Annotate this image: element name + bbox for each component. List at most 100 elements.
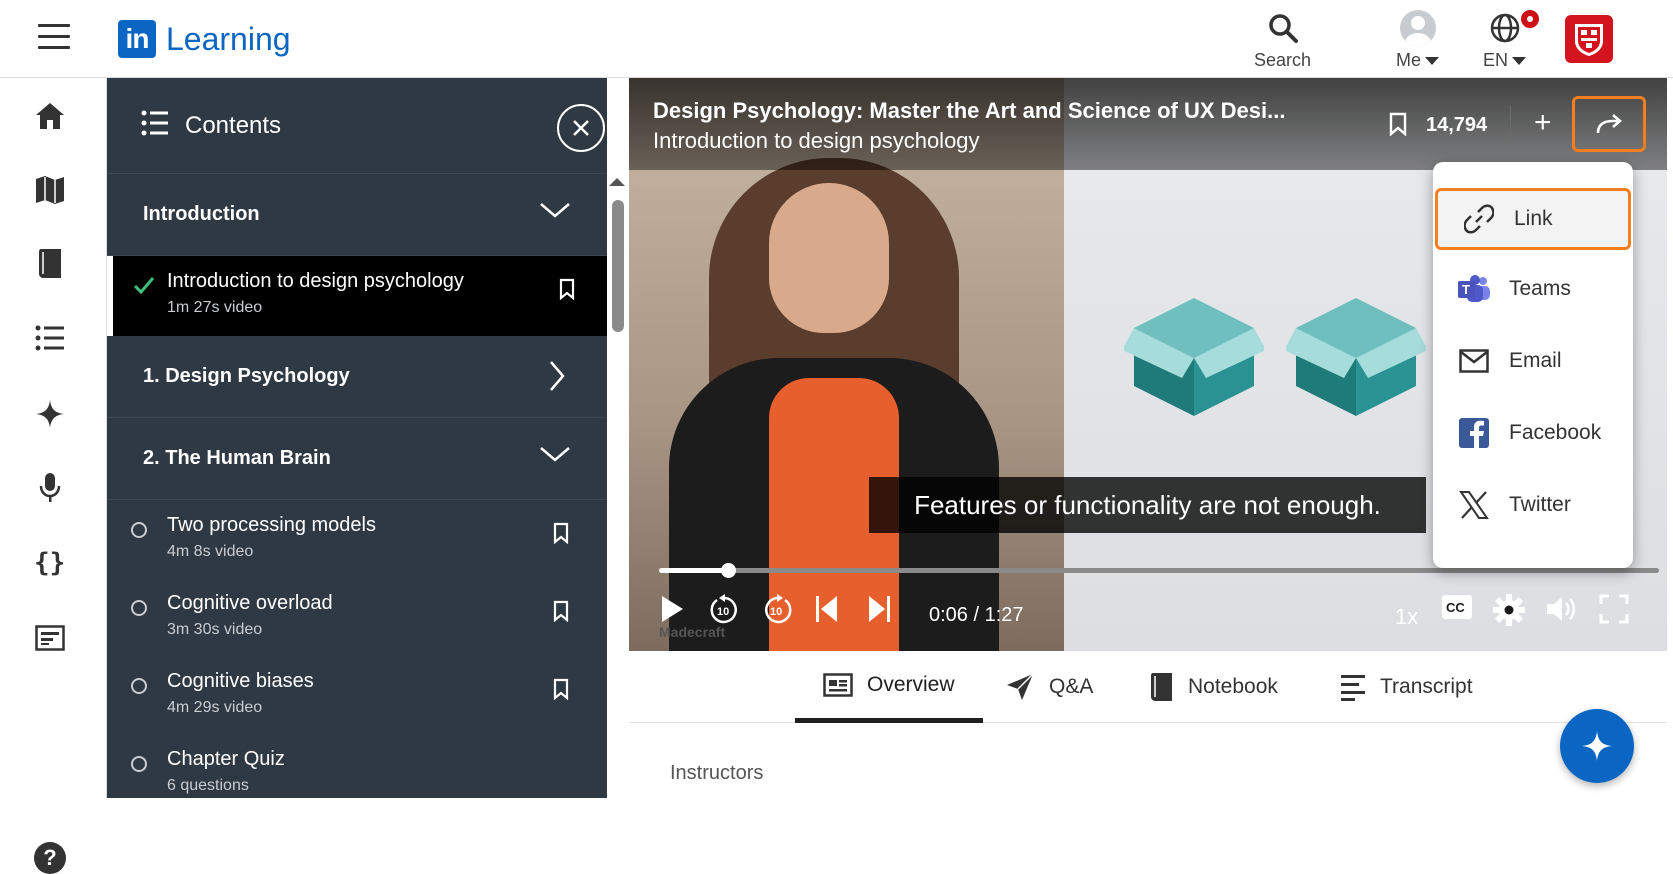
course-title: Design Psychology: Master the Art and Sc… — [653, 98, 1286, 123]
share-twitter-option[interactable]: Twitter — [1433, 474, 1633, 536]
bookmark-icon[interactable] — [559, 278, 575, 300]
book-icon[interactable] — [34, 248, 66, 280]
x-icon — [1457, 488, 1491, 522]
caret-down-icon — [1512, 57, 1527, 66]
lesson-meta: 4m 8s video — [167, 543, 254, 560]
box-graphic — [1124, 298, 1264, 416]
video-watermark: Madecraft — [659, 624, 726, 640]
share-link-option[interactable]: Link — [1435, 188, 1631, 250]
player-controls: 10 10 0:06 / 1:27 1x CC — [629, 586, 1667, 642]
lesson-item[interactable]: Cognitive biases 4m 29s video — [107, 656, 607, 734]
section-human-brain[interactable]: 2. The Human Brain — [107, 418, 607, 500]
progress-fill — [659, 568, 728, 573]
organization-logo[interactable] — [1565, 15, 1613, 63]
section-design-psychology[interactable]: 1. Design Psychology — [107, 336, 607, 418]
play-icon — [662, 596, 683, 622]
me-menu[interactable]: Me — [1396, 6, 1440, 71]
forward-10-icon: 10 — [765, 594, 792, 624]
lesson-status-icon — [131, 756, 147, 772]
skip-previous-icon — [816, 596, 837, 622]
lesson-item[interactable]: Two processing models 4m 8s video — [107, 500, 607, 578]
svg-text:{}: {} — [34, 548, 65, 577]
lesson-title: Cognitive overload — [167, 592, 333, 614]
tab-label: Notebook — [1188, 675, 1278, 698]
play-button[interactable] — [659, 594, 685, 624]
share-option-label: Twitter — [1509, 493, 1571, 516]
lesson-item[interactable]: Introduction to design psychology 1m 27s… — [107, 256, 607, 336]
share-option-label: Facebook — [1509, 421, 1602, 444]
language-label: EN — [1483, 50, 1509, 70]
bookmark-icon[interactable] — [553, 522, 569, 544]
progress-scrubber[interactable] — [721, 563, 736, 578]
search-button[interactable]: Search — [1254, 6, 1311, 71]
tab-notebook[interactable]: Notebook — [1150, 651, 1278, 723]
code-icon[interactable]: {} — [34, 546, 66, 578]
volume-button[interactable] — [1545, 594, 1577, 624]
overview-icon — [823, 672, 853, 697]
share-option-label: Email — [1509, 349, 1562, 372]
svg-text:10: 10 — [717, 606, 729, 618]
lesson-item[interactable]: Cognitive overload 3m 30s video — [107, 578, 607, 656]
linkedin-learning-logo[interactable]: in Learning — [118, 20, 291, 58]
globe-icon — [1489, 6, 1541, 50]
scroll-up-arrow-icon[interactable] — [609, 178, 625, 186]
hamburger-menu-icon[interactable] — [38, 24, 70, 52]
sparkle-icon[interactable] — [34, 398, 66, 430]
teams-icon: T — [1457, 272, 1491, 306]
fullscreen-button[interactable] — [1599, 594, 1629, 624]
lesson-meta: 1m 27s video — [167, 299, 263, 316]
help-icon[interactable]: ? — [34, 842, 66, 874]
share-teams-option[interactable]: T Teams — [1433, 258, 1633, 320]
bookmark-icon[interactable] — [553, 600, 569, 622]
forward-10-button[interactable]: 10 — [761, 594, 793, 626]
close-contents-button[interactable] — [557, 104, 605, 152]
tab-transcript[interactable]: Transcript — [1340, 651, 1473, 723]
tab-label: Overview — [867, 672, 955, 696]
search-label: Search — [1254, 50, 1312, 70]
video-progress-bar[interactable] — [659, 563, 1659, 578]
lesson-title: Introduction to design psychology — [167, 270, 464, 292]
home-icon[interactable] — [34, 100, 66, 132]
certificate-icon[interactable] — [34, 622, 66, 654]
language-menu[interactable]: EN — [1483, 6, 1541, 71]
lesson-status-icon — [131, 600, 147, 616]
lesson-meta: 4m 29s video — [167, 699, 263, 716]
saves-count: 14,794 — [1426, 114, 1488, 136]
tab-qa[interactable]: Q&A — [1005, 651, 1093, 723]
share-option-label: Link — [1514, 207, 1553, 230]
playback-speed-button[interactable]: 1x — [1395, 604, 1418, 630]
rewind-10-button[interactable]: 10 — [709, 594, 741, 626]
box-graphic — [1286, 298, 1426, 416]
share-button[interactable] — [1572, 96, 1646, 152]
previous-button[interactable] — [815, 594, 839, 624]
lesson-status-icon — [131, 678, 147, 694]
settings-button[interactable] — [1493, 594, 1525, 626]
map-icon[interactable] — [34, 174, 66, 206]
checkmark-icon — [133, 277, 155, 295]
video-header: Design Psychology: Master the Art and Sc… — [629, 78, 1667, 170]
microphone-icon[interactable] — [34, 472, 66, 504]
divider — [1510, 106, 1511, 142]
contents-title: Contents — [185, 111, 282, 139]
me-label: Me — [1396, 50, 1422, 70]
add-to-collection-button[interactable]: + — [1534, 108, 1552, 138]
lesson-item[interactable]: Chapter Quiz 6 questions — [107, 734, 607, 798]
notebook-icon — [1150, 672, 1174, 702]
share-email-option[interactable]: Email — [1433, 330, 1633, 392]
ai-coach-button[interactable] — [1560, 709, 1634, 783]
rewind-10-icon: 10 — [710, 594, 737, 624]
closed-captions-button[interactable]: CC — [1441, 594, 1473, 620]
sparkle-icon — [1582, 731, 1612, 761]
contents-panel: Contents Introduction Introduction to de… — [107, 78, 607, 798]
next-button[interactable] — [867, 594, 891, 624]
svg-text:T: T — [1462, 282, 1470, 297]
tab-overview[interactable]: Overview — [795, 651, 983, 723]
bookmark-icon[interactable] — [553, 678, 569, 700]
share-facebook-option[interactable]: Facebook — [1433, 402, 1633, 464]
list-icon[interactable] — [34, 322, 66, 354]
scrollbar-thumb[interactable] — [612, 200, 624, 332]
save-bookmark-icon[interactable] — [1389, 112, 1407, 136]
logo-wordmark: Learning — [166, 20, 291, 57]
section-introduction[interactable]: Introduction — [107, 174, 607, 256]
avatar — [1399, 10, 1436, 46]
